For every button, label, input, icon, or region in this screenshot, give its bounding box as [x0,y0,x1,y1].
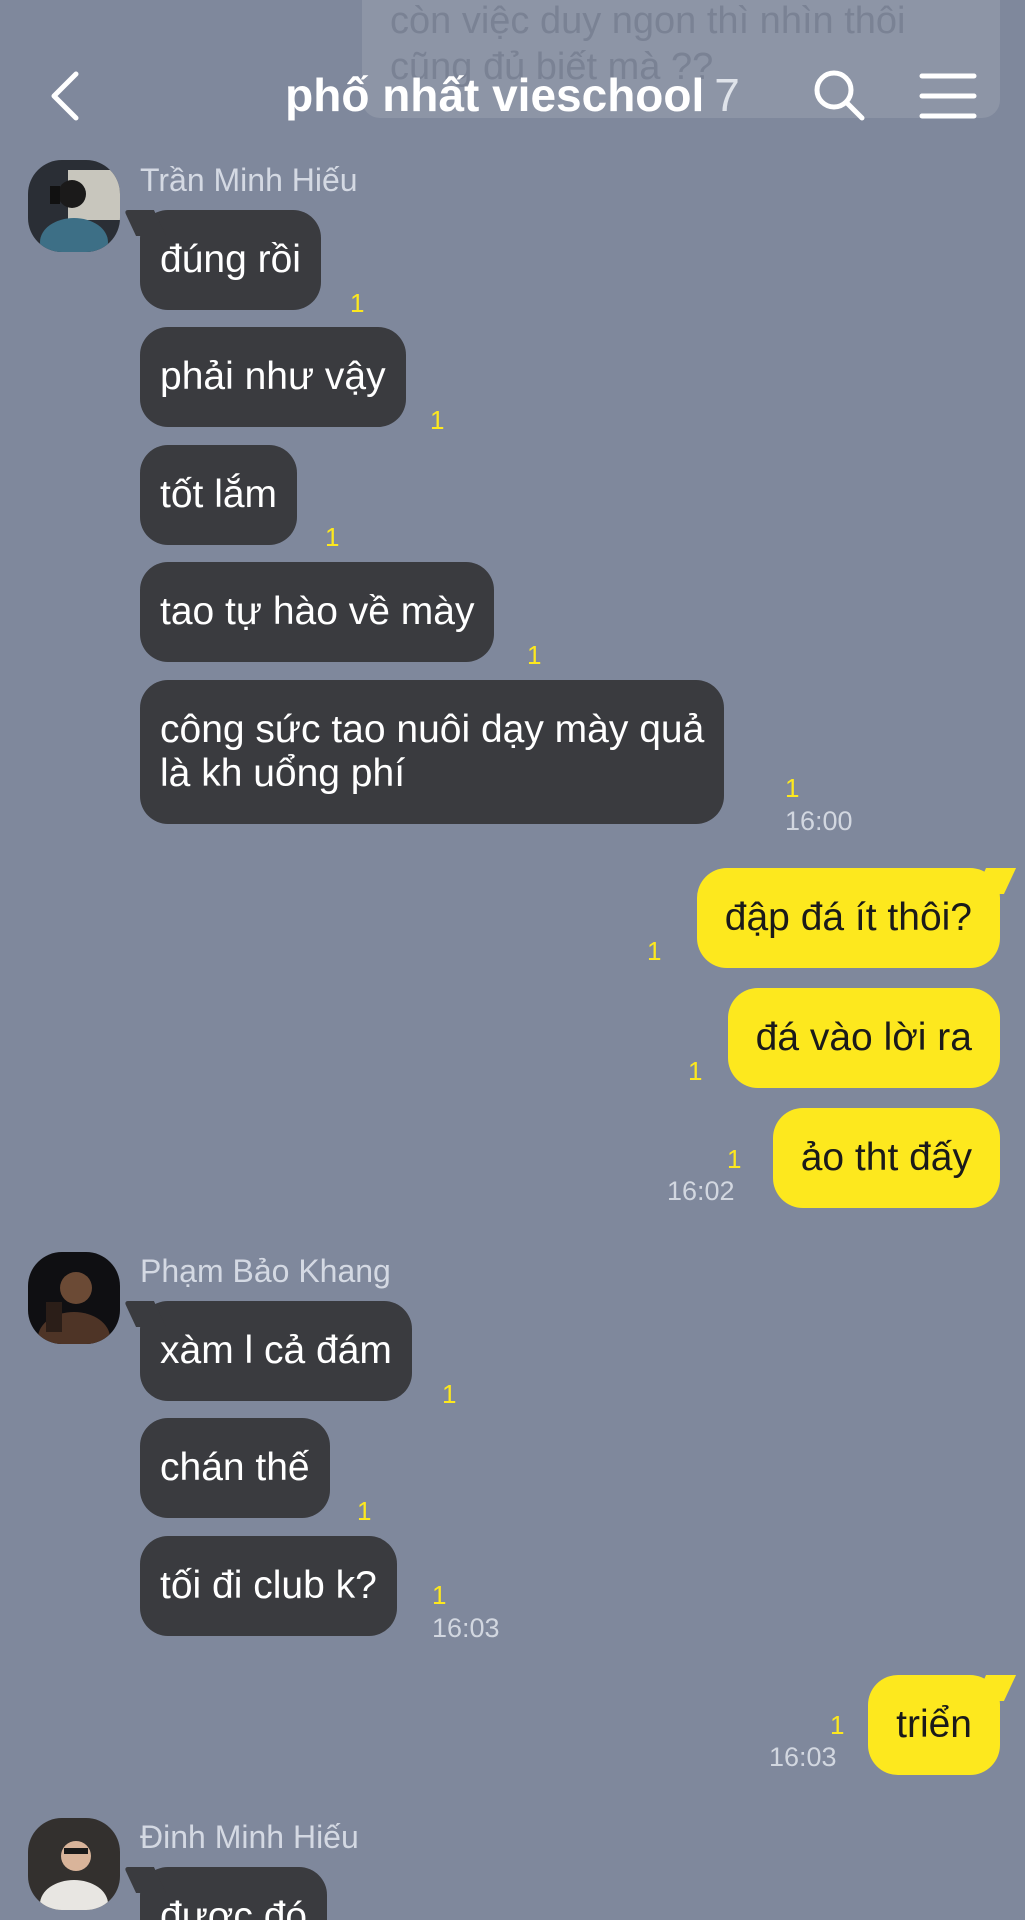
unread-count: 1 [785,773,800,803]
hamburger-menu-icon [919,73,977,119]
avatar[interactable] [28,1252,120,1344]
chat-header: phố nhất vieschool 7 [0,48,1025,148]
unread-count: 1 [357,1496,372,1526]
chat-title[interactable]: phố nhất vieschool 7 [0,68,1025,122]
unread-count: 1 [350,288,365,318]
unread-count: 1 [647,936,662,966]
incoming-message[interactable]: tao tự hào về mày [140,562,495,662]
incoming-message[interactable]: phải như vậy [140,327,406,427]
avatar-photo [28,160,120,252]
avatar[interactable] [28,1818,120,1910]
search-button[interactable] [810,66,868,124]
message-time: 16:02 [667,1176,735,1206]
unread-count: 1 [688,1056,703,1086]
search-icon [814,70,865,121]
message-text: đá vào lời ra [755,1016,972,1059]
incoming-message[interactable]: công sức tao nuôi dạy mày quả là kh uổng… [140,680,725,824]
incoming-message[interactable]: chán thế [140,1418,330,1518]
chat-title-text: phố nhất vieschool [285,69,705,121]
message-time: 16:03 [769,1742,837,1772]
message-text: đúng rồi [160,238,301,281]
message-time: 16:00 [785,806,853,836]
outgoing-message[interactable]: đá vào lời ra [727,988,1000,1088]
message-text: chán thế [160,1446,310,1489]
chat-screen: còn việc duy ngon thì nhìn thôi cũng đủ … [0,0,1025,1920]
outgoing-message[interactable]: đập đá ít thôi? [696,868,1000,968]
message-text: đập đá ít thôi? [724,896,972,939]
unread-count: 1 [430,405,445,435]
incoming-message[interactable]: đúng rồi [140,210,321,310]
unread-count: 1 [432,1580,447,1610]
menu-button[interactable] [918,70,978,122]
incoming-message[interactable]: được đó [140,1867,328,1920]
unread-count: 1 [527,640,542,670]
incoming-message[interactable]: tốt lắm [140,445,298,545]
avatar[interactable] [28,160,120,252]
outgoing-message[interactable]: ảo tht đấy [772,1108,1000,1208]
message-text: phải như vậy [160,355,386,398]
sender-name: Đinh Minh Hiếu [140,1819,359,1855]
incoming-message[interactable]: xàm l cả đám [140,1301,412,1401]
avatar-photo [28,1252,120,1344]
avatar-photo [28,1818,120,1910]
message-text: xàm l cả đám [160,1329,392,1372]
incoming-message[interactable]: tối đi club k? [140,1536,397,1636]
message-text: tao tự hào về mày [160,590,475,633]
message-text: tối đi club k? [160,1564,377,1607]
member-count: 7 [714,69,740,121]
unread-count: 1 [325,522,340,552]
message-time: 16:03 [432,1613,500,1643]
sender-name: Trần Minh Hiếu [140,162,358,198]
message-text-line: là kh uổng phí [160,752,406,795]
message-text-line: công sức tao nuôi dạy mày quả [160,708,705,751]
unread-count: 1 [830,1710,845,1740]
sender-name: Phạm Bảo Khang [140,1253,391,1289]
unread-count: 1 [727,1144,742,1174]
message-text: tốt lắm [160,473,278,516]
outgoing-message[interactable]: triển [868,1675,1000,1775]
message-text: ảo tht đấy [800,1136,972,1179]
message-text: triển [896,1703,972,1746]
message-text: được đó [160,1895,308,1920]
unread-count: 1 [442,1379,457,1409]
